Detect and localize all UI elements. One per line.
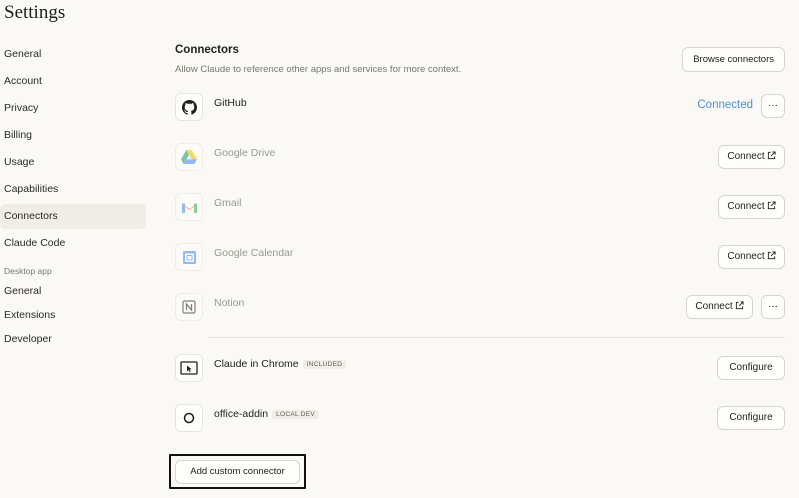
- page-title: Settings: [4, 2, 66, 23]
- external-link-icon: [767, 151, 776, 160]
- connect-label: Connect: [695, 301, 733, 312]
- section-description: Allow Claude to reference other apps and…: [175, 64, 462, 75]
- sidebar-item-claude-code[interactable]: Claude Code: [0, 231, 146, 256]
- sidebar-item-capabilities[interactable]: Capabilities: [0, 177, 146, 202]
- claude-in-chrome-configure-button[interactable]: Configure: [717, 356, 785, 380]
- connector-name-text: Claude in Chrome: [214, 358, 299, 370]
- github-more-button[interactable]: ···: [761, 94, 785, 118]
- connector-name: Claude in Chrome INCLUDED: [214, 358, 347, 370]
- sidebar-item-extensions[interactable]: Extensions: [0, 304, 146, 327]
- external-link-icon: [735, 301, 744, 310]
- google-calendar-icon: [175, 243, 203, 271]
- connector-name: Gmail: [214, 197, 242, 209]
- google-drive-connect-button[interactable]: Connect: [718, 145, 785, 169]
- settings-sidebar: General Account Privacy Billing Usage Ca…: [0, 42, 146, 352]
- sidebar-item-developer[interactable]: Developer: [0, 328, 146, 351]
- external-link-icon: [767, 201, 776, 210]
- sidebar-item-usage[interactable]: Usage: [0, 150, 146, 175]
- connector-name: office-addin LOCAL DEV: [214, 408, 320, 420]
- notion-connect-button[interactable]: Connect: [686, 295, 753, 319]
- connect-label: Connect: [727, 151, 765, 162]
- connector-name: Google Drive: [214, 147, 276, 159]
- sidebar-item-general[interactable]: General: [0, 42, 146, 67]
- connector-name-text: office-addin: [214, 408, 269, 420]
- sidebar-item-account[interactable]: Account: [0, 69, 146, 94]
- sidebar-item-billing[interactable]: Billing: [0, 123, 146, 148]
- external-link-icon: [767, 251, 776, 260]
- sidebar-item-desktop-general[interactable]: General: [0, 280, 146, 303]
- connect-label: Connect: [727, 201, 765, 212]
- gmail-icon: [175, 193, 203, 221]
- connector-row-github: GitHub Connected ···: [175, 93, 786, 121]
- local-dev-badge: LOCAL DEV: [272, 410, 320, 419]
- connector-row-gmail: Gmail Connect: [175, 193, 786, 221]
- connector-name: GitHub: [214, 97, 247, 109]
- gmail-connect-button[interactable]: Connect: [718, 195, 785, 219]
- add-custom-connector-button[interactable]: Add custom connector: [175, 460, 300, 484]
- office-addin-configure-button[interactable]: Configure: [717, 406, 785, 430]
- divider: [208, 337, 785, 338]
- sidebar-item-privacy[interactable]: Privacy: [0, 96, 146, 121]
- connector-name: Notion: [214, 297, 245, 309]
- included-badge: INCLUDED: [302, 360, 347, 369]
- connector-row-notion: Notion Connect ···: [175, 293, 786, 321]
- connector-name: Google Calendar: [214, 247, 294, 259]
- connected-status: Connected: [697, 99, 753, 111]
- connector-row-claude-in-chrome: Claude in Chrome INCLUDED Configure: [175, 354, 786, 382]
- connector-row-google-drive: Google Drive Connect: [175, 143, 786, 171]
- connector-row-google-calendar: Google Calendar Connect: [175, 243, 786, 271]
- connector-row-office-addin: office-addin LOCAL DEV Configure: [175, 404, 786, 432]
- google-calendar-connect-button[interactable]: Connect: [718, 245, 785, 269]
- google-drive-icon: [175, 143, 203, 171]
- sidebar-section-desktop-app: Desktop app: [4, 266, 52, 276]
- github-icon: [175, 93, 203, 121]
- notion-more-button[interactable]: ···: [761, 295, 785, 319]
- circle-icon: [175, 404, 203, 432]
- cursor-window-icon: [175, 354, 203, 382]
- section-title: Connectors: [175, 44, 239, 56]
- add-custom-connector-highlight: Add custom connector: [169, 454, 306, 489]
- notion-icon: [175, 293, 203, 321]
- browse-connectors-button[interactable]: Browse connectors: [682, 47, 785, 72]
- sidebar-item-connectors[interactable]: Connectors: [0, 204, 146, 229]
- connect-label: Connect: [727, 251, 765, 262]
